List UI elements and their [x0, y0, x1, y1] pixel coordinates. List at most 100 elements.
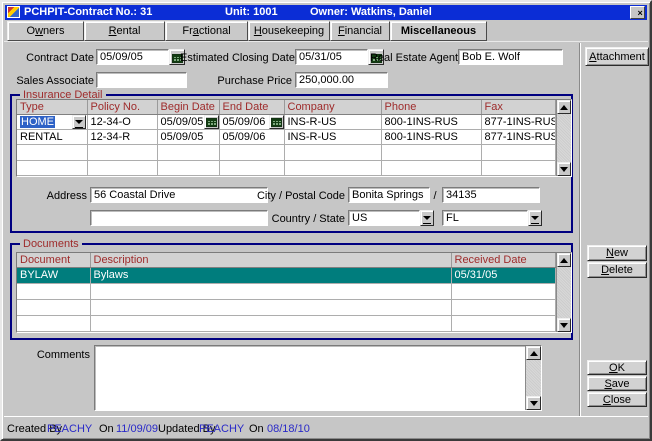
application-window: PCHPIT-Contract No.: 31 Unit: 1001 Owner… [0, 0, 652, 441]
city-input[interactable] [348, 187, 430, 203]
end-date-cell[interactable]: 05/09/06 [219, 114, 284, 129]
tab-miscellaneous[interactable]: Miscellaneous [390, 21, 487, 41]
scrollbar-track[interactable] [526, 360, 541, 396]
scroll-down-button[interactable] [557, 318, 572, 332]
col-phone: Phone [381, 100, 481, 114]
insurance-scrollbar[interactable] [556, 100, 572, 176]
document-row-empty[interactable] [17, 315, 555, 331]
fax-cell[interactable]: 877-1INS-RUS [481, 114, 555, 129]
comments-textarea[interactable] [95, 346, 525, 410]
insurance-row[interactable]: RENTAL12-34-R 05/09/0505/09/06 INS-R-US8… [17, 130, 555, 145]
policy-no-cell[interactable]: 12-34-O [87, 114, 157, 129]
new-button[interactable]: New [587, 245, 647, 261]
close-button[interactable]: × [630, 6, 645, 19]
insurance-row-empty[interactable] [17, 145, 555, 160]
title-bar: PCHPIT-Contract No.: 31 Unit: 1001 Owner… [5, 5, 647, 20]
purchase-price-label: Purchase Price [180, 75, 292, 87]
insurance-row[interactable]: HOME 12-34-O 05/09/05 05/09/06 INS-R-US … [17, 114, 555, 129]
document-cell: BYLAW [17, 267, 90, 283]
app-icon [7, 6, 20, 18]
address-label: Address [10, 190, 87, 202]
tab-financial[interactable]: Financial [330, 21, 390, 41]
insurance-row-empty[interactable] [17, 160, 555, 175]
close-button-bottom[interactable]: Close [587, 392, 647, 407]
scroll-up-button[interactable] [557, 253, 572, 267]
delete-button[interactable]: Delete [587, 262, 647, 278]
scrollbar-track[interactable] [557, 267, 572, 318]
type-dropdown-button[interactable] [72, 115, 86, 129]
col-description: Description [90, 253, 451, 267]
postal-code-input[interactable] [442, 187, 540, 203]
documents-scrollbar[interactable] [556, 253, 572, 332]
country-state-label: Country / State [252, 213, 345, 225]
scroll-up-button[interactable] [557, 100, 572, 114]
tab-fractional[interactable]: Fractional [165, 21, 248, 41]
window-unit: Unit: 1001 [225, 6, 278, 18]
insurance-header-row: Type Policy No. Begin Date End Date Comp… [17, 100, 555, 114]
begin-date-cell[interactable]: 05/09/05 [157, 114, 219, 129]
company-cell[interactable]: INS-R-US [284, 114, 381, 129]
chevron-down-icon [423, 216, 431, 224]
window-title: PCHPIT-Contract No.: 31 [24, 6, 152, 18]
documents-header-row: Document Description Received Date [17, 253, 555, 267]
document-row-empty[interactable] [17, 299, 555, 315]
description-cell: Bylaws [90, 267, 451, 283]
type-value-selected: HOME [20, 116, 55, 128]
contract-date-label: Contract Date [10, 52, 94, 64]
col-company: Company [284, 100, 381, 114]
purchase-price-input[interactable] [295, 72, 388, 88]
col-fax: Fax [481, 100, 555, 114]
scrollbar-track[interactable] [557, 114, 572, 162]
panel-edge [4, 41, 648, 42]
address-input[interactable] [90, 187, 268, 203]
updated-by-value: PEACHY [199, 423, 244, 435]
scroll-up-button[interactable] [526, 346, 541, 360]
estimated-closing-date-input[interactable] [295, 49, 368, 65]
col-begin-date: Begin Date [157, 100, 219, 114]
scroll-down-button[interactable] [526, 396, 541, 410]
tab-housekeeping[interactable]: Housekeeping [248, 21, 330, 41]
contract-date-input[interactable] [96, 49, 169, 65]
address-line2-input[interactable] [90, 210, 268, 226]
tab-owners[interactable]: Owners [7, 21, 84, 41]
arrow-up-icon [560, 101, 568, 110]
comments-scrollbar[interactable] [525, 346, 541, 410]
state-dropdown-button[interactable] [528, 210, 542, 226]
col-end-date: End Date [219, 100, 284, 114]
comments-box [94, 345, 542, 411]
col-document: Document [17, 253, 90, 267]
arrow-up-icon [530, 347, 538, 356]
button-column-divider [579, 43, 581, 417]
documents-title: Documents [20, 238, 82, 250]
document-row-empty[interactable] [17, 283, 555, 299]
city-postal-separator: / [432, 190, 438, 202]
country-input[interactable] [348, 210, 420, 226]
documents-table: Document Description Received Date BYLAW… [16, 252, 572, 333]
col-received-date: Received Date [451, 253, 555, 267]
close-icon: × [638, 8, 643, 18]
calendar-icon [206, 118, 217, 127]
document-row-selected[interactable]: BYLAW Bylaws 05/31/05 [17, 267, 555, 283]
documents-grid: Document Description Received Date BYLAW… [17, 253, 556, 332]
ok-button[interactable]: OK [587, 360, 647, 375]
created-by-value: PEACHY [47, 423, 92, 435]
scroll-down-button[interactable] [557, 162, 572, 176]
comments-label: Comments [32, 349, 90, 361]
phone-cell[interactable]: 800-1INS-RUS [381, 114, 481, 129]
country-dropdown-button[interactable] [420, 210, 434, 226]
end-date-calendar-button[interactable] [269, 115, 284, 129]
sales-associate-label: Sales Associate [10, 75, 94, 87]
col-policy-no: Policy No. [87, 100, 157, 114]
begin-date-calendar-button[interactable] [204, 115, 219, 129]
chevron-down-icon [531, 216, 539, 224]
received-date-cell: 05/31/05 [451, 267, 555, 283]
tab-rental[interactable]: Rental [84, 21, 165, 41]
real-estate-agent-input[interactable] [458, 49, 563, 65]
state-input[interactable] [442, 210, 528, 226]
attachment-button[interactable]: Attachment [585, 47, 649, 66]
updated-on-label: On [249, 423, 264, 435]
arrow-down-icon [560, 323, 568, 332]
save-button[interactable]: Save [587, 376, 647, 391]
arrow-up-icon [560, 254, 568, 263]
sales-associate-input[interactable] [96, 72, 187, 88]
